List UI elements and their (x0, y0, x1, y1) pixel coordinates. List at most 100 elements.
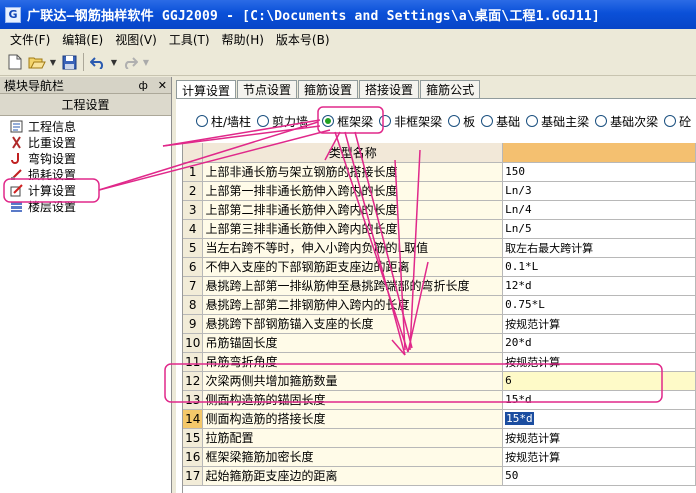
redo-dropdown-icon[interactable]: ▼ (141, 51, 151, 73)
radio-slab[interactable]: 板 (448, 113, 475, 130)
table-row[interactable]: 11 吊筋弯折角度 按规范计算 (183, 352, 696, 372)
row-type-name: 上部第二排非通长筋伸入跨内的长度 (202, 200, 504, 220)
tab-bar: 计算设置 节点设置 箍筋设置 搭接设置 箍筋公式 (176, 80, 481, 99)
menu-file[interactable]: 文件(F) (4, 31, 56, 48)
nav-item-floor[interactable]: 楼层设置 (0, 198, 171, 214)
redo-icon[interactable] (119, 51, 141, 73)
row-value-cell[interactable]: 50 (502, 466, 696, 486)
nav-item-calc[interactable]: 计算设置 (0, 182, 171, 198)
row-value-cell[interactable]: 15*d (502, 409, 696, 429)
row-value-cell[interactable]: 按规范计算 (502, 314, 696, 334)
row-number: 4 (183, 219, 204, 239)
row-value-cell[interactable]: 12*d (502, 276, 696, 296)
nav-group-project-settings[interactable]: 工程设置 (0, 94, 171, 116)
row-value-cell[interactable]: Ln/5 (502, 219, 696, 239)
row-type-name: 不伸入支座的下部钢筋距支座边的距离 (202, 257, 504, 277)
info-icon (9, 119, 23, 133)
open-icon[interactable] (26, 51, 48, 73)
menu-bar: 文件(F) 编辑(E) 视图(V) 工具(T) 帮助(H) 版本号(B) (0, 29, 696, 49)
row-value-cell[interactable]: 0.75*L (502, 295, 696, 315)
table-row[interactable]: 15 拉筋配置 按规范计算 (183, 428, 696, 448)
nav-item-weight[interactable]: 比重设置 (0, 134, 171, 150)
close-icon[interactable]: ✕ (158, 79, 167, 92)
row-number: 17 (183, 466, 204, 486)
table-row[interactable]: 10 吊筋锚固长度 20*d (183, 333, 696, 353)
table-row[interactable]: 3 上部第二排非通长筋伸入跨内的长度 Ln/4 (183, 200, 696, 220)
row-value-cell[interactable]: 按规范计算 (502, 352, 696, 372)
radio-foundation[interactable]: 基础 (481, 113, 520, 130)
new-icon[interactable] (4, 51, 26, 73)
row-value-cell[interactable]: 20*d (502, 333, 696, 353)
row-value-cell[interactable]: 按规范计算 (502, 447, 696, 467)
row-number: 14 (183, 409, 204, 429)
menu-view[interactable]: 视图(V) (109, 31, 163, 48)
open-dropdown-icon[interactable]: ▼ (48, 51, 58, 73)
radio-nonframe-beam[interactable]: 非框架梁 (379, 113, 442, 130)
row-value-cell[interactable]: 15*d (502, 390, 696, 410)
row-type-name: 拉筋配置 (202, 428, 504, 448)
menu-version[interactable]: 版本号(B) (270, 31, 336, 48)
row-value-cell[interactable]: 0.1*L (502, 257, 696, 277)
nav-item-label: 计算设置 (28, 183, 77, 198)
radio-dot (595, 115, 608, 127)
selected-value-text[interactable]: 15*d (505, 412, 534, 425)
menu-edit[interactable]: 编辑(E) (56, 31, 109, 48)
radio-dot (257, 115, 270, 127)
toolbar: ▼ ▼ ▼ (0, 49, 696, 76)
table-row[interactable]: 16 框架梁箍筋加密长度 按规范计算 (183, 447, 696, 467)
radio-foundation-main-beam[interactable]: 基础主梁 (526, 113, 589, 130)
radio-shear-wall[interactable]: 剪力墙 (257, 113, 308, 130)
tab-lap-settings[interactable]: 搭接设置 (359, 80, 420, 98)
table-row[interactable]: 13 侧面构造筋的锚固长度 15*d (183, 390, 696, 410)
row-number: 11 (183, 352, 204, 372)
menu-help[interactable]: 帮助(H) (216, 31, 270, 48)
row-value-cell[interactable]: 150 (502, 162, 696, 182)
row-number: 2 (183, 181, 204, 201)
table-row[interactable]: 7 悬挑跨上部第一排纵筋伸至悬挑跨端部的弯折长度 12*d (183, 276, 696, 296)
table-row[interactable]: 5 当左右跨不等时，伸入小跨内负筋的L取值 取左右最大跨计算 (183, 238, 696, 258)
row-type-name: 次梁两侧共增加箍筋数量 (202, 371, 504, 391)
nav-item-hook[interactable]: 弯钩设置 (0, 150, 171, 166)
radio-column[interactable]: 柱/墙柱 (196, 113, 251, 130)
row-type-name: 侧面构造筋的锚固长度 (202, 390, 504, 410)
nav-item-project-info[interactable]: 工程信息 (0, 118, 171, 134)
table-row[interactable]: 9 悬挑跨下部钢筋锚入支座的长度 按规范计算 (183, 314, 696, 334)
tab-calc-settings[interactable]: 计算设置 (176, 80, 237, 99)
table-row[interactable]: 12 次梁两侧共增加箍筋数量 6 (183, 371, 696, 391)
tab-node-settings[interactable]: 节点设置 (237, 80, 298, 98)
table-row[interactable]: 8 悬挑跨上部第二排钢筋伸入跨内的长度 0.75*L (183, 295, 696, 315)
nav-item-label: 弯钩设置 (28, 151, 77, 166)
tab-stirrup-formula[interactable]: 箍筋公式 (420, 80, 481, 98)
row-value-cell[interactable]: 取左右最大跨计算 (502, 238, 696, 258)
table-row[interactable]: 6 不伸入支座的下部钢筋距支座边的距离 0.1*L (183, 257, 696, 277)
weight-icon (9, 135, 23, 149)
row-number: 16 (183, 447, 204, 467)
row-number: 3 (183, 200, 204, 220)
row-value-cell[interactable]: 按规范计算 (502, 428, 696, 448)
row-value-cell[interactable]: Ln/4 (502, 200, 696, 220)
row-value-cell[interactable]: Ln/3 (502, 181, 696, 201)
radio-foundation-secondary-beam[interactable]: 基础次梁 (595, 113, 658, 130)
nav-item-loss[interactable]: 损耗设置 (0, 166, 171, 182)
table-row[interactable]: 1 上部非通长筋与架立钢筋的搭接长度 150 (183, 162, 696, 182)
radio-more[interactable]: 砼 (664, 113, 691, 130)
nav-item-label: 比重设置 (28, 135, 77, 150)
row-type-name: 悬挑跨上部第一排纵筋伸至悬挑跨端部的弯折长度 (202, 276, 504, 296)
row-type-name: 上部非通长筋与架立钢筋的搭接长度 (202, 162, 504, 182)
table-row[interactable]: 14 侧面构造筋的搭接长度 15*d (183, 409, 696, 429)
table-row[interactable]: 4 上部第三排非通长筋伸入跨内的长度 Ln/5 (183, 219, 696, 239)
row-value-cell[interactable]: 6 (502, 371, 696, 391)
radio-dot (526, 115, 539, 127)
pin-icon[interactable]: ф (139, 79, 148, 92)
table-row[interactable]: 17 起始箍筋距支座边的距离 50 (183, 466, 696, 486)
radio-dot (379, 115, 392, 127)
menu-tools[interactable]: 工具(T) (163, 31, 216, 48)
tab-stirrup-settings[interactable]: 箍筋设置 (298, 80, 359, 98)
undo-icon[interactable] (87, 51, 109, 73)
undo-dropdown-icon[interactable]: ▼ (109, 51, 119, 73)
save-icon[interactable] (58, 51, 80, 73)
row-type-name: 悬挑跨上部第二排钢筋伸入跨内的长度 (202, 295, 504, 315)
table-row[interactable]: 2 上部第一排非通长筋伸入跨内的长度 Ln/3 (183, 181, 696, 201)
radio-dot (322, 115, 335, 127)
radio-frame-beam[interactable]: 框架梁 (322, 113, 373, 130)
